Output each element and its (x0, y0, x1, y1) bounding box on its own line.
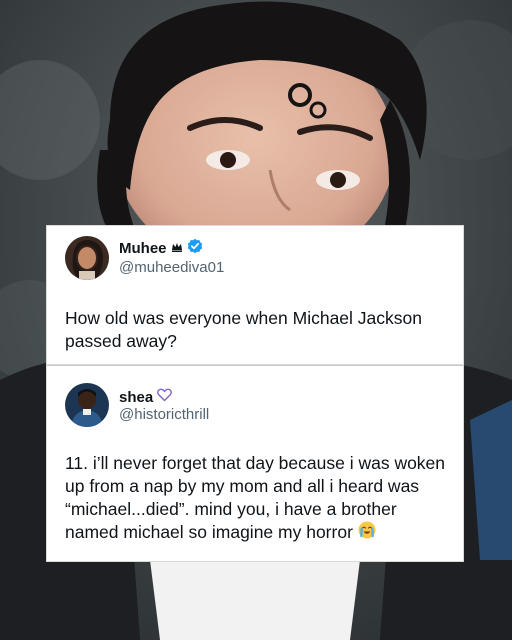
avatar-image (65, 236, 109, 280)
reply-text: 11. i’ll never forget that day because i… (65, 452, 449, 545)
reply-author-name[interactable]: shea (119, 389, 153, 406)
tweet-author-handle[interactable]: @muheediva01 (119, 259, 224, 276)
reply-text-content: 11. i’ll never forget that day because i… (65, 453, 446, 542)
tweet-text: How old was everyone when Michael Jackso… (65, 308, 422, 351)
tweet-author-row: Muhee (119, 238, 203, 258)
muhee-avatar[interactable] (65, 236, 109, 280)
reply-author-row: shea (119, 388, 173, 406)
avatar-image (65, 383, 109, 427)
tweet-author-name[interactable]: Muhee (119, 240, 167, 257)
shea-avatar[interactable] (65, 383, 109, 427)
original-tweet-card[interactable]: Muhee @muheediva01 How old was everyone … (46, 225, 464, 365)
reply-tweet-card[interactable]: shea @historicthrill 11. i’ll never forg… (46, 365, 464, 562)
crying-emoji-icon (358, 521, 376, 545)
reply-author-handle[interactable]: @historicthrill (119, 406, 209, 423)
crown-icon (171, 240, 183, 257)
heart-icon (157, 388, 173, 406)
verified-icon (187, 238, 203, 258)
